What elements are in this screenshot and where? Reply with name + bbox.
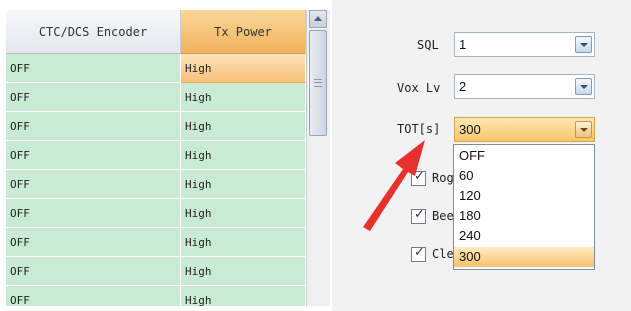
red-arrow-icon bbox=[363, 140, 425, 231]
